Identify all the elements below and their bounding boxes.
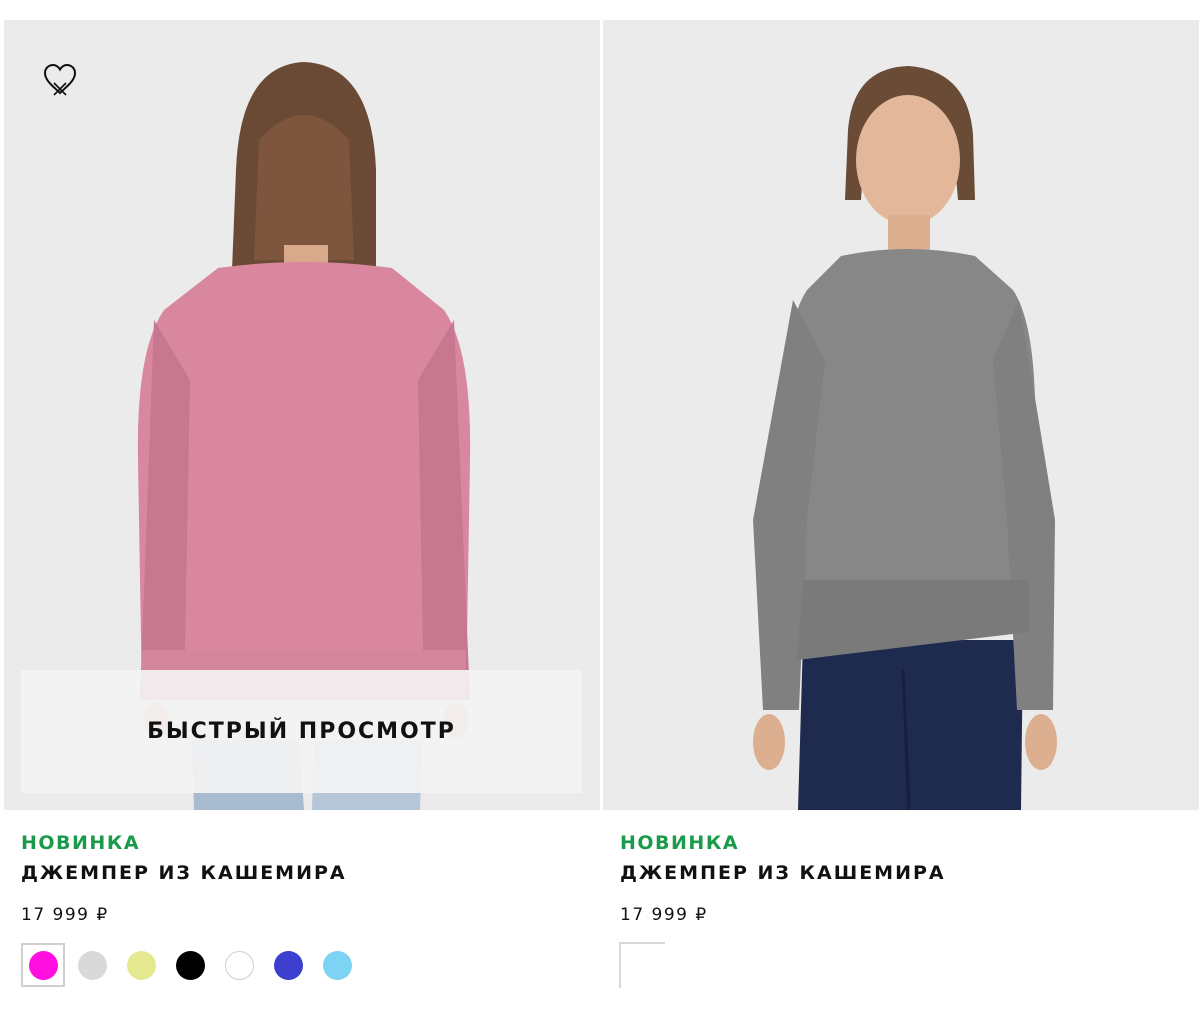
swatch-light-grey[interactable]: [70, 943, 114, 987]
product-image[interactable]: БЫСТРЫЙ ПРОСМОТР: [4, 20, 600, 810]
swatch-dot: [126, 950, 156, 980]
product-price: 17 999 ₽: [620, 905, 708, 925]
swatch-white[interactable]: [217, 943, 261, 987]
swatch-dot: [273, 950, 303, 980]
swatch-dot: [28, 950, 58, 980]
color-swatches: [21, 942, 364, 988]
swatch-dot: [77, 950, 107, 980]
product-card[interactable]: НОВИНКА ДЖЕМПЕР ИЗ КАШЕМИРА 17 999 ₽: [603, 20, 1199, 1010]
swatch-black[interactable]: [168, 943, 212, 987]
wishlist-heart-icon[interactable]: [42, 62, 78, 96]
swatch-blue[interactable]: [266, 943, 310, 987]
product-title[interactable]: ДЖЕМПЕР ИЗ КАШЕМИРА: [21, 862, 347, 884]
swatch-yellow[interactable]: [119, 943, 163, 987]
quick-view-button[interactable]: БЫСТРЫЙ ПРОСМОТР: [21, 670, 582, 793]
product-grid: БЫСТРЫЙ ПРОСМОТР НОВИНКА ДЖЕМПЕР ИЗ КАШЕ…: [0, 0, 1200, 1018]
new-badge: НОВИНКА: [21, 832, 141, 854]
swatch-magenta[interactable]: [21, 943, 65, 987]
swatch-dot: [175, 950, 205, 980]
swatch-dot: [322, 950, 352, 980]
swatch-placeholder[interactable]: [619, 942, 665, 988]
new-badge: НОВИНКА: [620, 832, 740, 854]
product-card[interactable]: БЫСТРЫЙ ПРОСМОТР НОВИНКА ДЖЕМПЕР ИЗ КАШЕ…: [4, 20, 600, 1010]
product-price: 17 999 ₽: [21, 905, 109, 925]
product-title[interactable]: ДЖЕМПЕР ИЗ КАШЕМИРА: [620, 862, 946, 884]
product-photo-grey-sweater: [603, 20, 1199, 810]
swatch-light-blue[interactable]: [315, 943, 359, 987]
product-image[interactable]: [603, 20, 1199, 810]
swatch-dot: [224, 950, 254, 980]
quick-view-label: БЫСТРЫЙ ПРОСМОТР: [147, 719, 456, 744]
